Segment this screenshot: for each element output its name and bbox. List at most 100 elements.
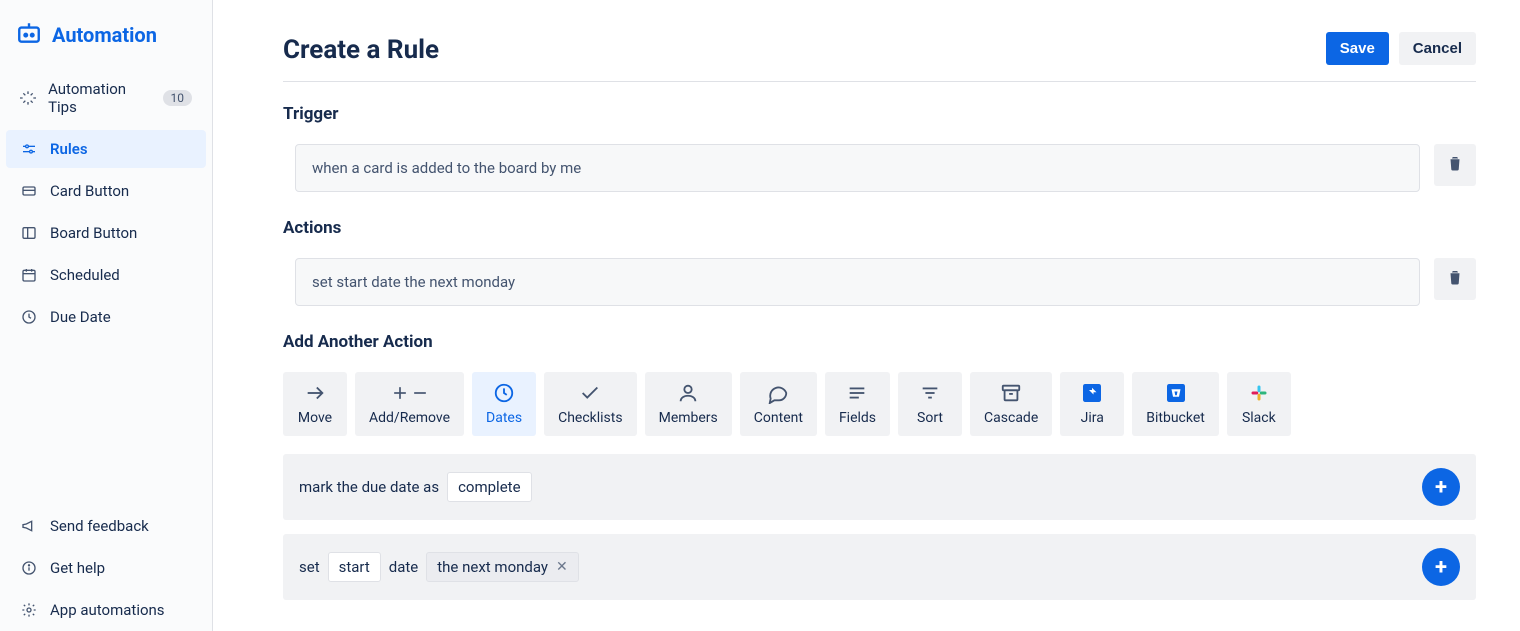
cat-label: Fields xyxy=(839,410,876,426)
jira-icon xyxy=(1083,382,1101,404)
opt-text: date xyxy=(389,558,418,576)
sidebar-item-label: App automations xyxy=(50,601,165,619)
chip-start[interactable]: start xyxy=(328,552,381,582)
chip-text: the next monday xyxy=(437,558,548,576)
gear-icon xyxy=(20,602,38,618)
sort-icon xyxy=(919,382,941,404)
add-action-button[interactable]: + xyxy=(1422,548,1460,586)
clock-icon xyxy=(493,382,515,404)
opt-text: mark the due date as xyxy=(299,478,439,496)
sidebar-item-label: Scheduled xyxy=(50,266,120,284)
trash-icon xyxy=(1446,268,1464,290)
sidebar-item-integrations[interactable]: App automations xyxy=(6,591,206,629)
cat-label: Bitbucket xyxy=(1146,410,1205,426)
cat-label: Slack xyxy=(1242,410,1276,426)
app-title: Automation xyxy=(52,23,157,47)
sidebar-item-label: Due Date xyxy=(50,308,111,326)
action-box[interactable]: set start date the next monday xyxy=(295,258,1420,306)
sidebar-item-label: Board Button xyxy=(50,224,137,242)
delete-action-button[interactable] xyxy=(1434,258,1476,300)
save-button[interactable]: Save xyxy=(1326,32,1389,65)
check-icon xyxy=(579,382,601,404)
category-content[interactable]: Content xyxy=(740,372,817,436)
sidebar-item-label: Rules xyxy=(50,140,88,158)
clock-icon xyxy=(20,309,38,325)
chip-complete[interactable]: complete xyxy=(447,472,531,502)
category-move[interactable]: Move xyxy=(283,372,347,436)
cat-label: Add/Remove xyxy=(369,410,450,426)
card-icon xyxy=(20,183,38,199)
speech-icon xyxy=(767,382,789,404)
sparkle-icon xyxy=(20,90,36,106)
add-action-button[interactable]: + xyxy=(1422,468,1460,506)
cat-label: Dates xyxy=(486,410,522,426)
category-fields[interactable]: Fields xyxy=(825,372,890,436)
cat-label: Content xyxy=(754,410,803,426)
page-title: Create a Rule xyxy=(283,35,439,65)
category-row: Move Add/Remove Dates Checklists Members xyxy=(283,372,1476,436)
trigger-heading: Trigger xyxy=(283,104,1476,124)
option-mark-complete: mark the due date as complete + xyxy=(283,454,1476,520)
sidebar-item-label: Card Button xyxy=(50,182,129,200)
cancel-button[interactable]: Cancel xyxy=(1399,32,1476,65)
sidebar-header: Automation xyxy=(0,10,212,68)
opt-text: set xyxy=(299,558,320,576)
sidebar: Automation Automation Tips 10 Rules Card… xyxy=(0,0,213,631)
page-actions: Save Cancel xyxy=(1326,32,1476,65)
sidebar-item-card-button[interactable]: Card Button xyxy=(6,172,206,210)
add-another-heading: Add Another Action xyxy=(283,332,1476,352)
info-icon xyxy=(20,560,38,576)
category-sort[interactable]: Sort xyxy=(898,372,962,436)
plus-icon: + xyxy=(1435,475,1447,500)
action-row: set start date the next monday xyxy=(295,258,1476,306)
sidebar-item-feedback[interactable]: Send feedback xyxy=(6,507,206,545)
lines-icon xyxy=(846,382,868,404)
sidebar-item-scheduled[interactable]: Scheduled xyxy=(6,256,206,294)
delete-trigger-button[interactable] xyxy=(1434,144,1476,186)
plus-minus-icon xyxy=(390,382,430,404)
sidebar-item-help[interactable]: Get help xyxy=(6,549,206,587)
main-content: Create a Rule Save Cancel Trigger when a… xyxy=(213,0,1520,631)
actions-heading: Actions xyxy=(283,218,1476,238)
category-add-remove[interactable]: Add/Remove xyxy=(355,372,464,436)
sidebar-item-tips[interactable]: Automation Tips 10 xyxy=(6,70,206,126)
sidebar-item-rules[interactable]: Rules xyxy=(6,130,206,168)
arrow-right-icon xyxy=(304,382,326,404)
cat-label: Sort xyxy=(917,410,943,426)
slack-icon xyxy=(1250,382,1268,404)
category-bitbucket[interactable]: Bitbucket xyxy=(1132,372,1219,436)
sliders-icon xyxy=(20,141,38,157)
sidebar-item-label: Automation Tips xyxy=(48,80,146,116)
cat-label: Jira xyxy=(1081,410,1104,426)
megaphone-icon xyxy=(20,518,38,534)
cat-label: Cascade xyxy=(984,410,1038,426)
category-checklists[interactable]: Checklists xyxy=(544,372,637,436)
plus-icon: + xyxy=(1435,555,1447,580)
category-slack[interactable]: Slack xyxy=(1227,372,1291,436)
cat-label: Checklists xyxy=(558,410,623,426)
sidebar-item-label: Send feedback xyxy=(50,517,149,535)
calendar-icon xyxy=(20,267,38,283)
category-dates[interactable]: Dates xyxy=(472,372,536,436)
trigger-row: when a card is added to the board by me xyxy=(295,144,1476,192)
bitbucket-icon xyxy=(1167,382,1185,404)
chip-next-monday[interactable]: the next monday ✕ xyxy=(426,552,578,582)
option-set-start-date: set start date the next monday ✕ + xyxy=(283,534,1476,600)
tips-badge: 10 xyxy=(163,90,193,106)
close-icon[interactable]: ✕ xyxy=(556,559,568,575)
sidebar-item-due-date[interactable]: Due Date xyxy=(6,298,206,336)
category-jira[interactable]: Jira xyxy=(1060,372,1124,436)
trigger-box[interactable]: when a card is added to the board by me xyxy=(295,144,1420,192)
person-icon xyxy=(677,382,699,404)
trash-icon xyxy=(1446,154,1464,176)
category-members[interactable]: Members xyxy=(645,372,732,436)
page-header: Create a Rule Save Cancel xyxy=(283,32,1476,82)
board-icon xyxy=(20,225,38,241)
cat-label: Move xyxy=(298,410,332,426)
sidebar-item-board-button[interactable]: Board Button xyxy=(6,214,206,252)
sidebar-item-label: Get help xyxy=(50,559,105,577)
cat-label: Members xyxy=(659,410,718,426)
archive-icon xyxy=(1000,382,1022,404)
category-cascade[interactable]: Cascade xyxy=(970,372,1052,436)
automation-logo-icon xyxy=(16,20,42,50)
